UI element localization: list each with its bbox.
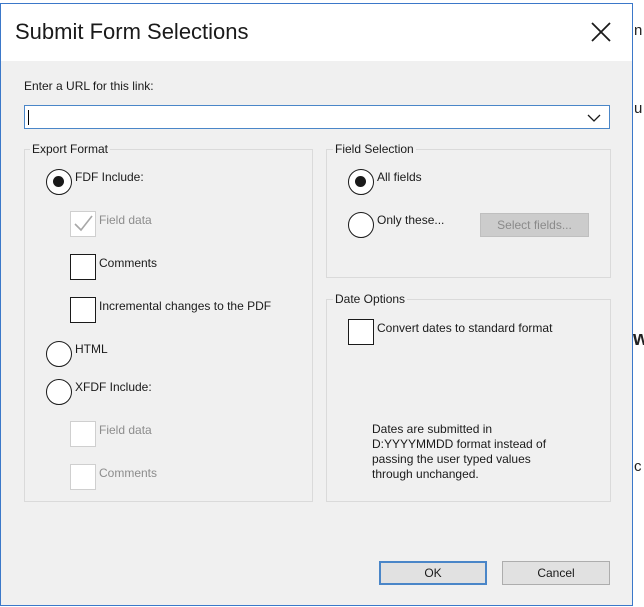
convert-dates-checkbox[interactable]	[348, 319, 374, 345]
background-document-fragment: u	[634, 100, 643, 117]
fdf-incremental-checkbox[interactable]	[70, 297, 96, 323]
fdf-field-data-checkbox	[70, 211, 96, 237]
fdf-label: FDF Include:	[75, 170, 144, 184]
background-document-fragment: n	[634, 22, 643, 39]
html-label: HTML	[75, 342, 108, 356]
all-fields-radio[interactable]	[348, 169, 374, 195]
dialog-title: Submit Form Selections	[15, 19, 249, 44]
title-bar: Submit Form Selections	[1, 4, 632, 61]
select-fields-button[interactable]: Select fields...	[480, 213, 589, 237]
fdf-comments-label: Comments	[99, 256, 158, 270]
submit-form-selections-dialog: Submit Form Selections Enter a URL for t…	[0, 3, 633, 606]
text-caret	[28, 110, 29, 125]
xfdf-comments-label: Comments	[99, 466, 158, 480]
fdf-radio[interactable]	[46, 169, 72, 195]
fdf-incremental-label: Incremental changes to the PDF	[99, 299, 272, 313]
fdf-comments-checkbox[interactable]	[70, 254, 96, 280]
cancel-button[interactable]: Cancel	[502, 561, 610, 585]
date-format-note: Dates are submitted in D:YYYYMMDD format…	[372, 422, 547, 481]
export-format-legend: Export Format	[30, 142, 111, 156]
background-document-fragment: w	[633, 328, 644, 350]
only-these-radio[interactable]	[348, 212, 374, 238]
xfdf-field-data-label: Field data	[99, 423, 152, 437]
checkmark-icon	[74, 215, 93, 232]
all-fields-label: All fields	[377, 170, 422, 184]
url-label: Enter a URL for this link:	[24, 79, 154, 93]
ok-button[interactable]: OK	[379, 561, 487, 585]
url-combobox[interactable]	[24, 105, 610, 129]
html-radio[interactable]	[46, 341, 72, 367]
background-document-fragment: c	[634, 458, 642, 475]
convert-dates-label: Convert dates to standard format	[377, 321, 553, 335]
xfdf-radio[interactable]	[46, 379, 72, 405]
field-selection-legend: Field Selection	[333, 142, 416, 156]
date-options-legend: Date Options	[333, 292, 408, 306]
xfdf-label: XFDF Include:	[75, 380, 152, 394]
close-icon[interactable]	[587, 18, 615, 46]
xfdf-comments-checkbox	[70, 464, 96, 490]
chevron-down-icon[interactable]	[587, 111, 601, 123]
fdf-field-data-label: Field data	[99, 213, 152, 227]
export-format-group	[24, 149, 313, 502]
only-these-label: Only these...	[377, 213, 445, 227]
xfdf-field-data-checkbox	[70, 421, 96, 447]
